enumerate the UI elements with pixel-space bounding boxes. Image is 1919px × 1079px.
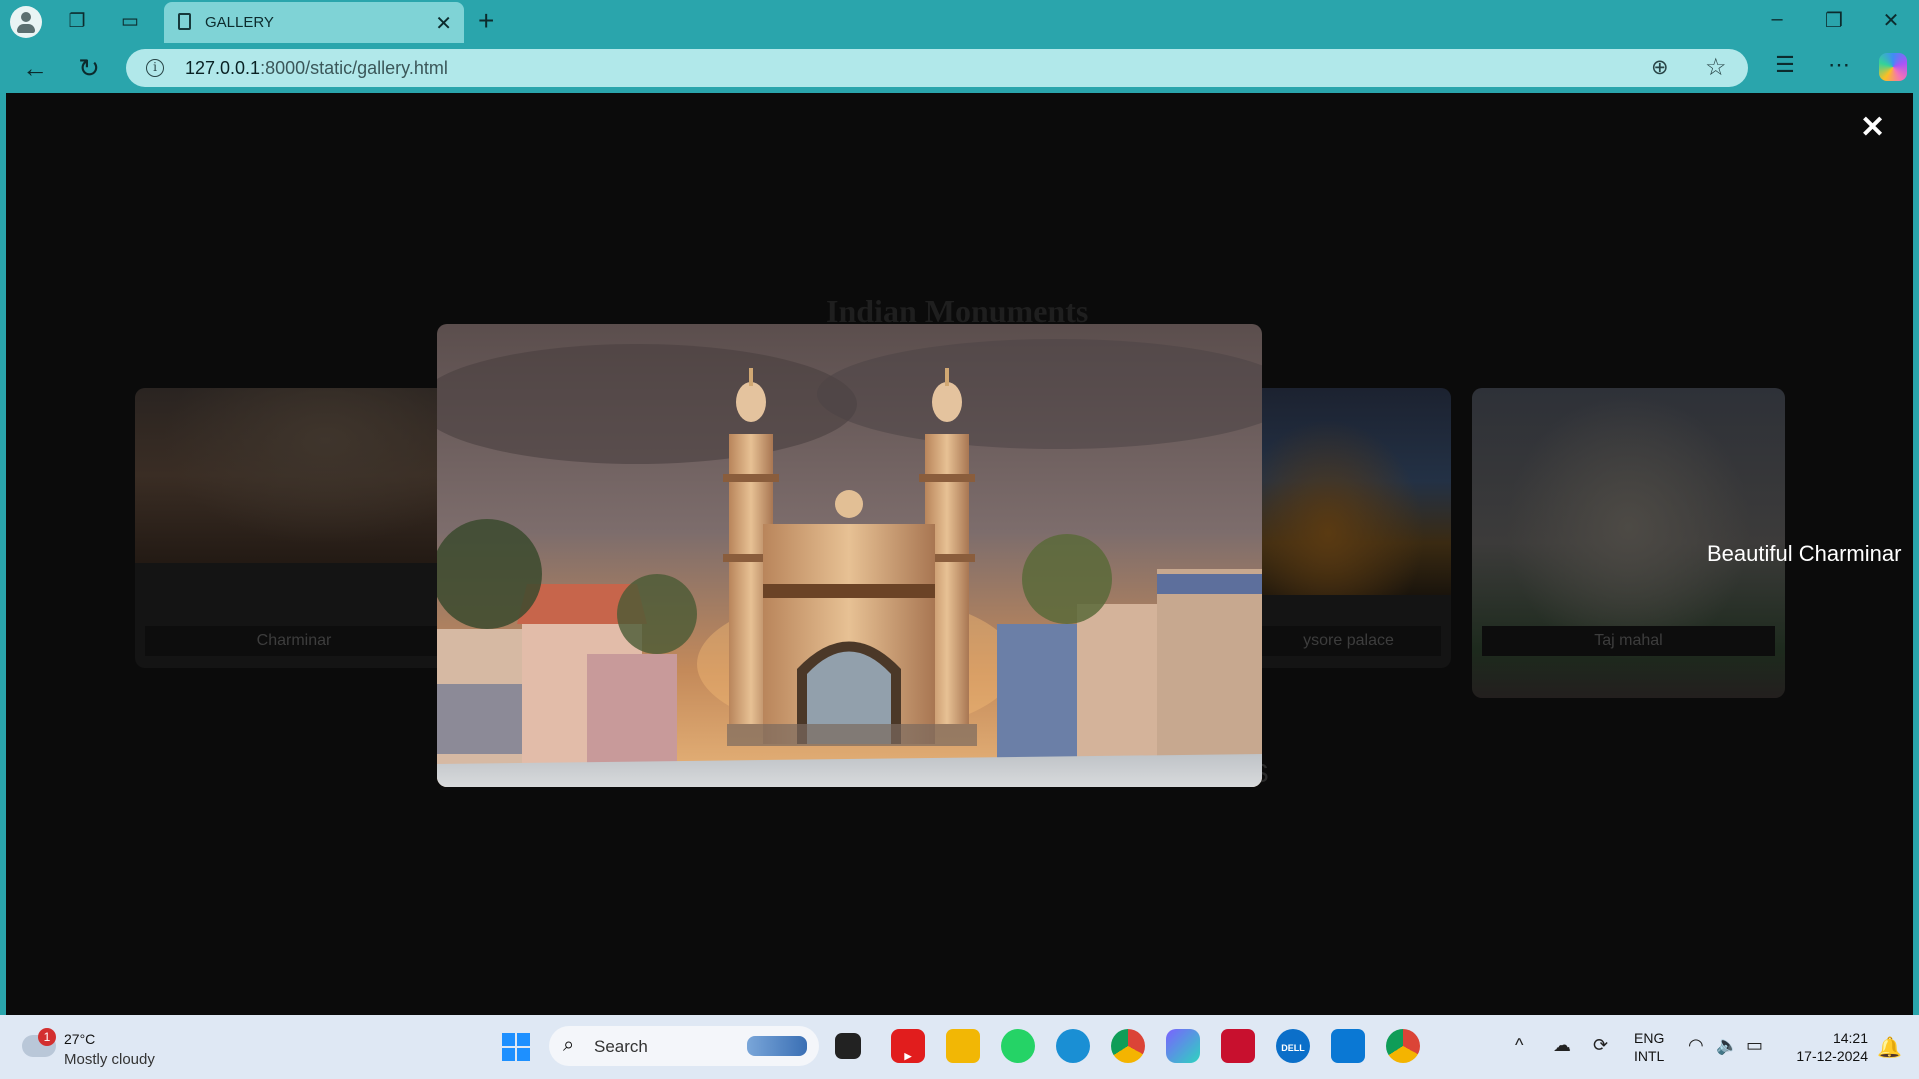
lightbox-close-icon[interactable]: ✕ [1860, 113, 1885, 143]
restore-icon[interactable]: ❐ [1814, 8, 1854, 33]
favorite-star-icon[interactable]: ☆ [1705, 53, 1727, 82]
search-placeholder: Search [594, 1037, 648, 1056]
mcafee-icon[interactable] [1221, 1029, 1255, 1063]
search-icon: ⌕ [563, 1034, 575, 1056]
address-bar[interactable]: i 127.0.0.1:8000/static/gallery.html ⊕ ☆ [126, 49, 1748, 87]
windows-taskbar: 1 27°C Mostly cloudy ⌕ Search ▶ DELL ^ ☁… [0, 1015, 1919, 1079]
battery-icon[interactable]: ▭ [1746, 1035, 1763, 1056]
refresh-icon[interactable]: ↻ [73, 52, 105, 84]
page-viewport: Indian Monuments Charminar ysore palace … [6, 93, 1913, 1015]
minimize-icon[interactable]: – [1757, 8, 1797, 31]
more-options-icon[interactable]: ⋯ [1823, 52, 1855, 78]
weather-temperature[interactable]: 27°C [64, 1031, 95, 1047]
wifi-icon[interactable]: ◠ [1688, 1035, 1704, 1056]
sync-icon[interactable]: ⟳ [1593, 1035, 1608, 1056]
zoom-icon[interactable]: ⊕ [1651, 55, 1669, 80]
system-clock[interactable]: 14:21 17-12-2024 [1788, 1029, 1868, 1065]
dell-icon[interactable]: DELL [1276, 1029, 1310, 1063]
vscode-icon[interactable] [1331, 1029, 1365, 1063]
workspaces-icon[interactable]: ❐ [64, 9, 90, 35]
lightbox-caption: Beautiful Charminar [1707, 541, 1902, 566]
whatsapp-icon[interactable] [1001, 1029, 1035, 1063]
vertical-tabs-icon[interactable]: ▭ [117, 9, 143, 35]
weather-condition[interactable]: Mostly cloudy [64, 1051, 155, 1068]
gallery-card-mysore-palace[interactable]: ysore palace [1246, 388, 1451, 668]
search-highlight-icon [747, 1036, 807, 1056]
card-label: ysore palace [1256, 626, 1441, 656]
taskbar-search[interactable]: ⌕ Search [549, 1026, 819, 1066]
mysore-palace-thumbnail[interactable] [1246, 388, 1451, 595]
back-arrow-icon[interactable]: ← [19, 52, 51, 84]
window-close-icon[interactable]: ✕ [1871, 8, 1911, 33]
browser-toolbar: ← ↻ i 127.0.0.1:8000/static/gallery.html… [0, 43, 1919, 93]
windows-start-icon[interactable] [502, 1033, 530, 1061]
profile-avatar-icon[interactable] [10, 6, 42, 38]
card-label: Taj mahal [1482, 626, 1775, 656]
copilot-app-icon[interactable] [1166, 1029, 1200, 1063]
charminar-thumbnail[interactable] [135, 388, 453, 563]
tab-close-icon[interactable]: ✕ [435, 11, 452, 36]
youtube-icon[interactable]: ▶ [891, 1029, 925, 1063]
weather-alert-badge: 1 [38, 1028, 56, 1046]
notification-bell-icon[interactable]: 🔔 [1877, 1035, 1902, 1060]
show-hidden-icons-icon[interactable]: ^ [1515, 1035, 1523, 1056]
tab-gallery[interactable]: GALLERY ✕ [164, 2, 464, 43]
new-tab-icon[interactable]: + [478, 6, 494, 36]
copilot-icon[interactable] [1879, 53, 1907, 81]
card-label: Charminar [145, 626, 443, 656]
chrome-icon[interactable] [1386, 1029, 1420, 1063]
tab-title: GALLERY [205, 14, 274, 31]
file-explorer-icon[interactable] [946, 1029, 980, 1063]
favorites-icon[interactable]: ☰ [1769, 52, 1801, 78]
url-text[interactable]: 127.0.0.1:8000/static/gallery.html [185, 58, 448, 79]
edge-icon[interactable] [1056, 1029, 1090, 1063]
onedrive-icon[interactable]: ☁ [1553, 1035, 1571, 1056]
browser-titlebar: ❐ ▭ GALLERY ✕ + – ❐ ✕ [0, 0, 1919, 43]
gallery-card-charminar[interactable]: Charminar [135, 388, 453, 668]
page-document-icon [178, 13, 191, 30]
site-info-icon[interactable]: i [146, 59, 164, 77]
charminar-illustration [437, 324, 1262, 787]
chrome-icon[interactable] [1111, 1029, 1145, 1063]
task-view-icon[interactable] [835, 1033, 861, 1059]
volume-icon[interactable]: 🔈 [1716, 1035, 1738, 1056]
language-indicator[interactable]: ENG INTL [1634, 1029, 1664, 1065]
lightbox-charminar-image [437, 324, 1262, 787]
